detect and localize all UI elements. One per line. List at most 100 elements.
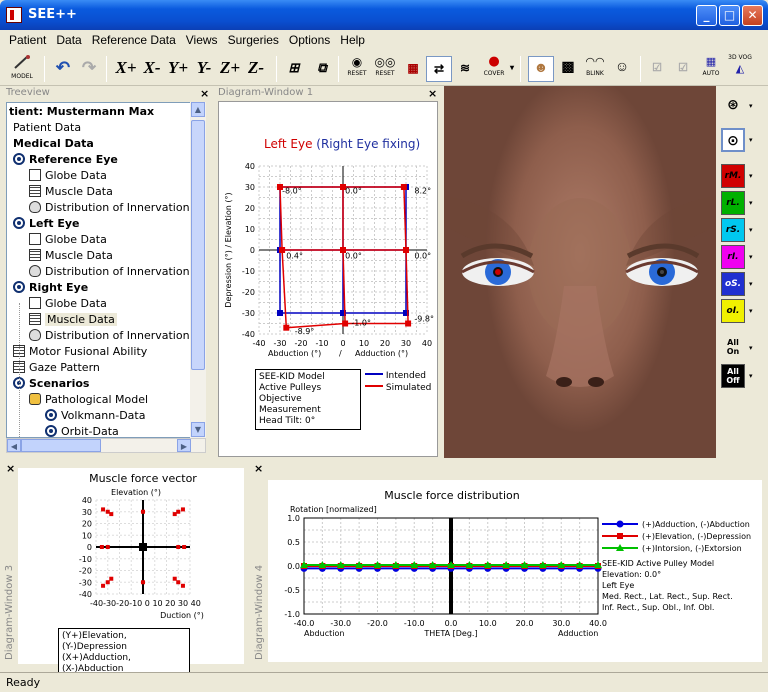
dropdown-icon[interactable]: ▾ [749, 280, 753, 288]
tree-item[interactable]: Muscle Data [29, 312, 117, 328]
add-window-icon[interactable]: ⊞ [284, 56, 304, 82]
cover-button[interactable]: ● COVER [480, 54, 508, 82]
tree-item-label: Distribution of Innervations [45, 329, 196, 342]
menu-bar: Patient Data Reference Data Views Surgeries O… [0, 30, 768, 50]
diagram3-close-icon[interactable]: × [6, 462, 15, 475]
muscle-toggle-ri[interactable]: rI. [721, 245, 745, 269]
dropdown-icon[interactable]: ▾ [749, 172, 753, 180]
dropdown-icon[interactable]: ▾ [749, 226, 753, 234]
rotate-yplus-button[interactable]: Y+ [166, 56, 190, 82]
menu-options[interactable]: Options [284, 31, 335, 49]
wave-icon[interactable]: ≋ [454, 56, 476, 82]
scroll-up-icon[interactable]: ▲ [191, 102, 205, 117]
swap-arrows-icon[interactable]: ⇄ [426, 56, 452, 82]
blink-button[interactable]: ◠◠ BLINK [582, 54, 608, 82]
tree-item[interactable]: Medical Data [13, 136, 94, 152]
tree-item[interactable]: Globe Data [29, 296, 107, 312]
treeview-close-icon[interactable]: × [200, 87, 209, 100]
grid-toggle-icon[interactable]: ▦ [402, 56, 424, 82]
tree-item[interactable]: Muscle Data [29, 248, 113, 264]
vog-button[interactable]: 3D VOG ◭ [726, 54, 754, 82]
diagram4-close-icon[interactable]: × [254, 462, 263, 475]
tree-item[interactable]: Distribution of Innervations [29, 328, 195, 344]
dropdown-icon[interactable]: ▾ [749, 344, 753, 352]
dropdown-icon[interactable]: ▾ [749, 307, 753, 315]
eye-icon [45, 425, 57, 437]
force-point [101, 583, 106, 588]
eye-view-icon[interactable]: ⊙ [721, 128, 745, 152]
menu-surgeries[interactable]: Surgeries [223, 31, 284, 49]
rotate-zplus-button[interactable]: Z+ [218, 56, 242, 82]
window-icon[interactable]: ⧉ [312, 56, 332, 82]
tree-item[interactable]: Motor Fusional Ability [13, 344, 147, 360]
all-off-button[interactable]: All Off [721, 364, 745, 388]
dropdown-icon[interactable]: ▾ [749, 253, 753, 261]
muscle-toggle-os[interactable]: oS. [721, 272, 745, 296]
undo-icon[interactable]: ↶ [54, 56, 72, 82]
rotate-zminus-button[interactable]: Z- [244, 56, 268, 82]
scroll-right-icon[interactable]: ▶ [177, 439, 191, 452]
rotate-xminus-button[interactable]: X- [140, 56, 164, 82]
diagram1-close-icon[interactable]: × [428, 87, 437, 100]
tree-item[interactable]: Globe Data [29, 168, 107, 184]
force-point [176, 545, 181, 549]
maximize-button[interactable]: □ [719, 5, 740, 26]
auto-button[interactable]: ▦ AUTO [698, 54, 724, 82]
rotate-yminus-button[interactable]: Y- [192, 56, 216, 82]
tree-item[interactable]: tient: Mustermann Max [9, 104, 154, 120]
x-tick-label: 40 [422, 339, 432, 348]
redo-icon[interactable]: ↷ [80, 56, 98, 82]
hscroll-thumb[interactable] [21, 439, 101, 452]
tree-item[interactable]: Distribution of Innervations [29, 200, 195, 216]
tree-item[interactable]: Pathological Model [29, 392, 148, 408]
menu-views[interactable]: Views [181, 31, 223, 49]
tree-item[interactable]: Right Eye [13, 280, 88, 296]
eye-select-icon[interactable]: ⊛ [721, 94, 745, 118]
check-eye-right-icon[interactable]: ☑ [672, 56, 694, 82]
treeview-scrollbar[interactable]: ▲ ▼ [190, 102, 206, 438]
muscle-toggle-rs[interactable]: rS. [721, 218, 745, 242]
tree-item[interactable]: Muscle Data [29, 184, 113, 200]
menu-help[interactable]: Help [335, 31, 370, 49]
reset-left-button[interactable]: ◉ RESET [344, 54, 370, 82]
head-rotate-icon[interactable]: ☺ [610, 56, 634, 82]
all-on-button[interactable]: All On [721, 336, 745, 360]
minimize-button[interactable]: _ [696, 5, 717, 26]
tree-item[interactable]: Scenarios [13, 376, 89, 392]
head-icon[interactable]: ☻ [528, 56, 554, 82]
rotate-xplus-button[interactable]: X+ [114, 56, 138, 82]
dropdown-icon[interactable]: ▾ [749, 102, 753, 110]
menu-patient[interactable]: Patient [4, 31, 51, 49]
checker-icon[interactable]: ▩ [558, 56, 578, 82]
y-tick-label: 0.0 [287, 562, 300, 571]
title-fixing: (Right Eye fixing) [312, 137, 420, 151]
reset-right-button[interactable]: ◎◎ RESET [372, 54, 398, 82]
point-label: -8.0° [282, 186, 302, 195]
tree-item[interactable]: Patient Data [13, 120, 81, 136]
simulated-point [283, 324, 290, 331]
dropdown-icon[interactable]: ▾ [749, 372, 753, 380]
tree-item[interactable]: Distribution of Innervations [29, 264, 195, 280]
dropdown-icon[interactable]: ▾ [749, 136, 753, 144]
scroll-left-icon[interactable]: ◀ [7, 439, 21, 452]
tree-item[interactable]: Gaze Pattern [13, 360, 100, 376]
menu-data[interactable]: Data [51, 31, 86, 49]
tree-item[interactable]: Globe Data [29, 232, 107, 248]
3d-face-view[interactable] [444, 86, 716, 458]
muscle-toggle-oi[interactable]: oI. [721, 299, 745, 323]
menu-reference-data[interactable]: Reference Data [87, 31, 181, 49]
dropdown-icon[interactable]: ▾ [749, 199, 753, 207]
model-button[interactable]: MODEL [8, 54, 36, 82]
treeview-hscrollbar[interactable]: ◀ ▶ [6, 438, 206, 453]
tree-item[interactable]: Left Eye [13, 216, 80, 232]
scroll-thumb[interactable] [191, 120, 205, 370]
check-eye-left-icon[interactable]: ☑ [646, 56, 668, 82]
tree-item[interactable]: Reference Eye [13, 152, 118, 168]
tree-item[interactable]: Orbit-Data [45, 424, 119, 437]
close-button[interactable]: ✕ [742, 5, 763, 26]
muscle-toggle-rl[interactable]: rL. [721, 191, 745, 215]
tree-item[interactable]: Volkmann-Data [45, 408, 145, 424]
muscle-toggle-rm[interactable]: rM. [721, 164, 745, 188]
scroll-down-icon[interactable]: ▼ [191, 422, 205, 437]
cover-dropdown-icon[interactable]: ▾ [508, 56, 516, 82]
